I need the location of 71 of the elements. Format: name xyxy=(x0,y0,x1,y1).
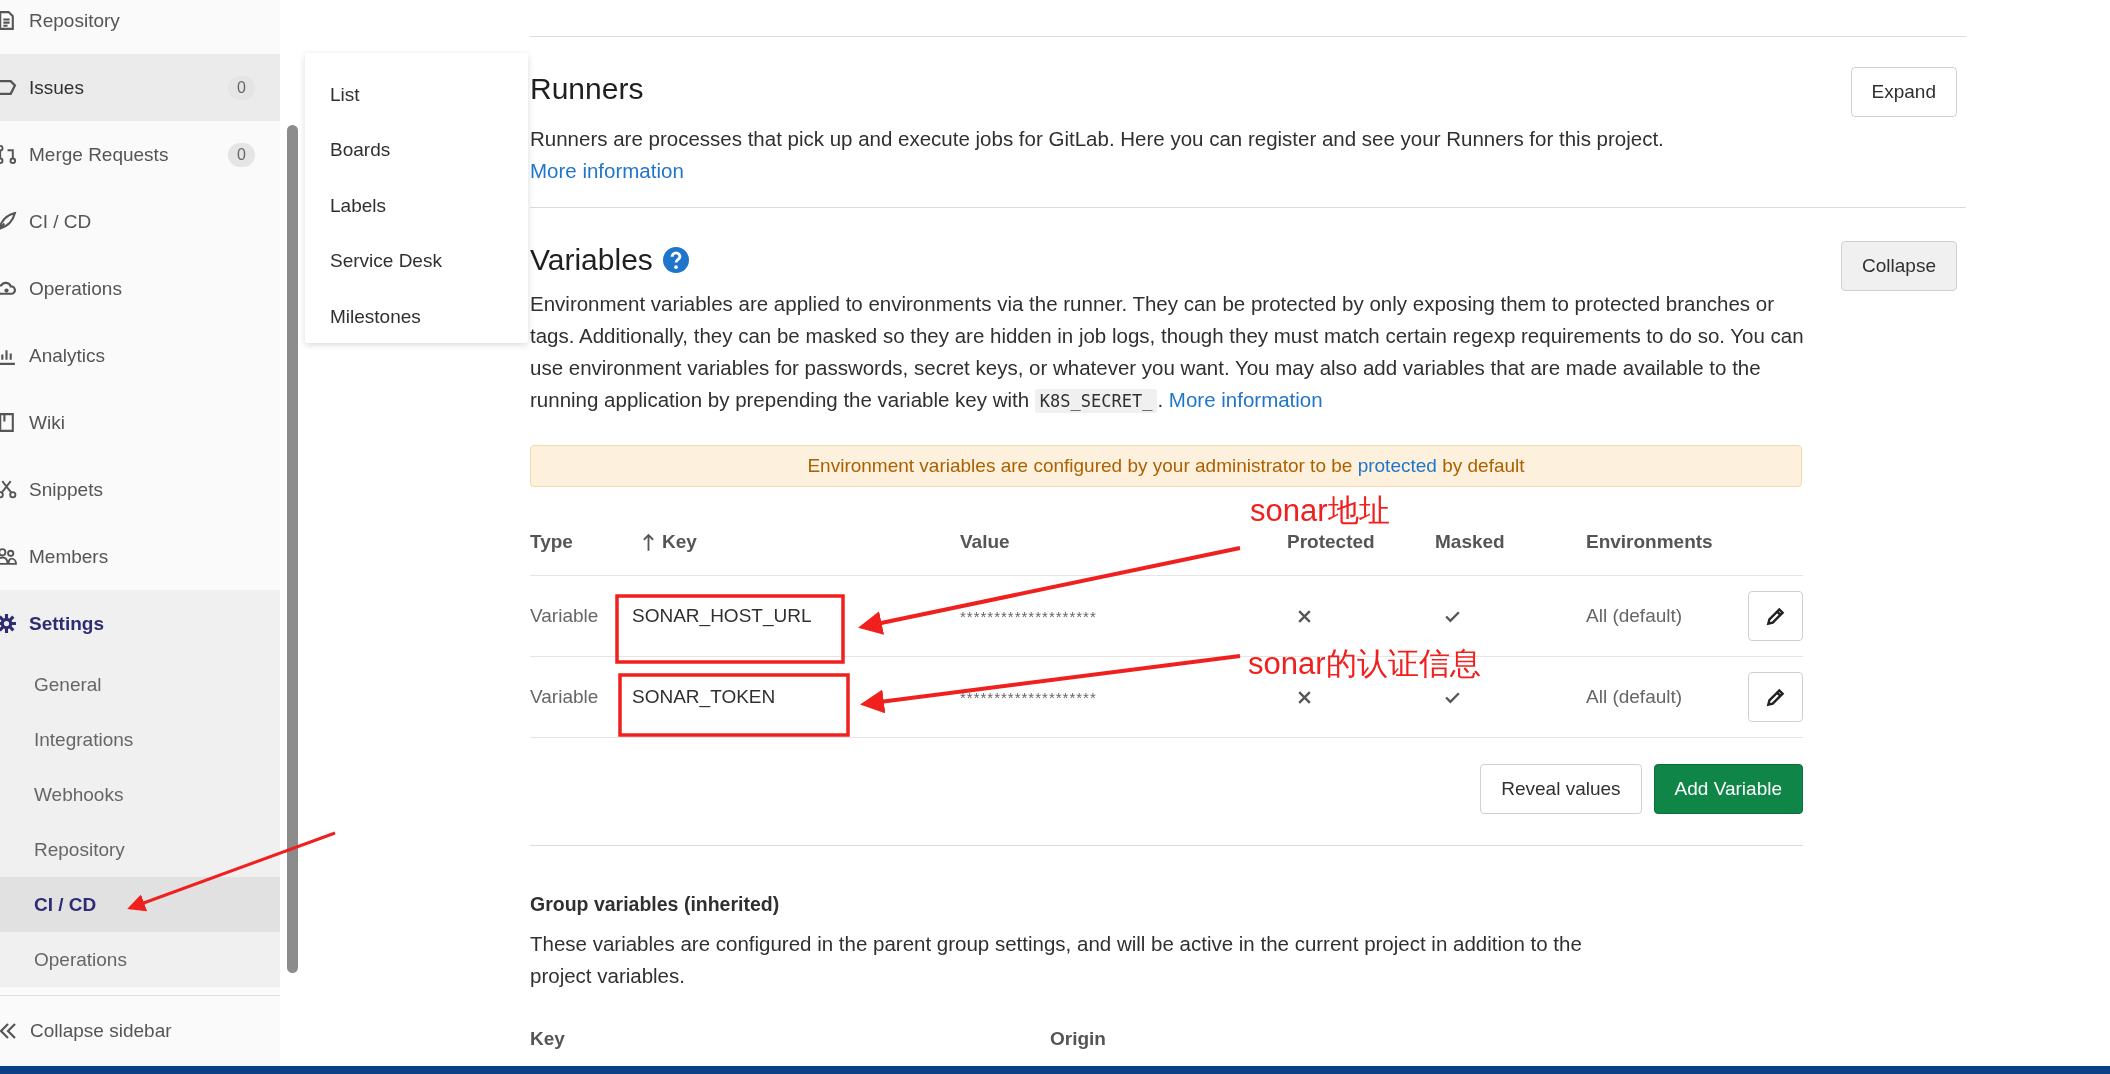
book-icon xyxy=(0,412,17,433)
help-icon[interactable] xyxy=(662,247,689,273)
count-badge: 0 xyxy=(228,75,255,100)
menu-item[interactable]: Labels xyxy=(305,178,528,234)
doc-icon xyxy=(0,10,17,31)
sidebar-item[interactable]: Settings xyxy=(0,590,280,657)
collapse-button[interactable]: Collapse xyxy=(1841,241,1957,291)
sidebar-item[interactable]: Wiki xyxy=(0,389,280,456)
column-header: Type xyxy=(530,531,573,553)
sidebar-item[interactable]: CI / CD xyxy=(0,188,280,255)
rocket-icon xyxy=(0,211,17,232)
menu-item[interactable]: Milestones xyxy=(305,289,528,345)
table-cell: All (default) xyxy=(1586,605,1683,627)
table-cell: Variable xyxy=(530,605,599,627)
column-header: Key xyxy=(662,531,697,553)
annotation-label: sonar的认证信息 xyxy=(1248,645,1481,683)
sidebar-item[interactable]: Members xyxy=(0,523,280,590)
sidebar-item[interactable]: Analytics xyxy=(0,322,280,389)
table-cell: SONAR_HOST_URL xyxy=(632,605,812,627)
section-description: Environment variables are applied to environments via the runner. They can be protected by only exposing them to protected branches or tags. Additionally, they can be masked so they are hidden in job logs, though they must match certain regexp requirements to do so. You can use environment variables for passwords, secret keys, or whatever you want. You may also add variables that are made available to the running application by prepending the variable key with K8S_SECRET_ . More information xyxy=(530,291,1805,415)
expand-button[interactable]: Expand xyxy=(1850,67,1957,117)
edit-button[interactable] xyxy=(1748,672,1803,722)
table-cell: ******************** xyxy=(960,688,1097,706)
column-header: Masked xyxy=(1435,531,1505,553)
table-cell: All (default) xyxy=(1586,686,1683,708)
section-description: Runners are processes that pick up and execute jobs for GitLab. Here you can register and see your Runners for this project. More information xyxy=(530,126,1665,184)
table-cell: Variable xyxy=(530,686,599,708)
more-information-link[interactable]: More information xyxy=(1168,388,1323,411)
add-variable-button[interactable]: Add Variable xyxy=(1653,764,1803,814)
sidebar-item[interactable]: Operations xyxy=(0,255,280,322)
subsection-description: These variables are configured in the parent group settings, and will be active in the current project in addition to the project variables. xyxy=(530,931,1583,989)
protected-link[interactable]: protected xyxy=(1357,455,1437,476)
table-cell: SONAR_TOKEN xyxy=(632,686,776,708)
sidebar-subitem[interactable]: General xyxy=(0,657,280,712)
sidebar-item[interactable]: Merge Requests 0 xyxy=(0,121,280,188)
more-information-link[interactable]: More information xyxy=(530,159,684,182)
menu-item[interactable]: Boards xyxy=(305,122,528,178)
alert-message: Environment variables are configured by your administrator to be protected by default xyxy=(807,455,1525,477)
sidebar-subitem[interactable]: Integrations xyxy=(0,712,280,767)
sidebar-item[interactable]: Snippets xyxy=(0,456,280,523)
sidebar-subitem[interactable]: CI / CD xyxy=(0,877,280,932)
double-chevron-icon xyxy=(0,1021,18,1041)
pencil-icon xyxy=(1764,686,1787,708)
reveal-values-button[interactable]: Reveal values xyxy=(1480,764,1642,814)
scissors-icon xyxy=(0,479,17,500)
issue-icon xyxy=(0,77,17,98)
sidebar-subitem[interactable]: Webhooks xyxy=(0,767,280,822)
column-header: Origin xyxy=(1050,1028,1107,1050)
column-header: Value xyxy=(960,531,1010,553)
scrollbar[interactable] xyxy=(287,125,298,973)
edit-button[interactable] xyxy=(1748,591,1803,641)
column-header: Environments xyxy=(1586,531,1713,553)
column-header: Protected xyxy=(1287,531,1375,553)
section-title: Runners xyxy=(530,71,645,107)
section-title: Variables xyxy=(530,242,653,278)
pencil-icon xyxy=(1764,605,1787,627)
sidebar-item[interactable]: Repository xyxy=(0,0,280,54)
sort-arrow-icon[interactable] xyxy=(643,532,654,552)
sidebar-subitem[interactable]: Operations xyxy=(0,932,280,987)
menu-item[interactable]: Service Desk xyxy=(305,233,528,289)
column-header: Key xyxy=(530,1028,566,1050)
count-badge: 0 xyxy=(228,142,255,167)
people-icon xyxy=(0,546,17,567)
menu-item[interactable]: List xyxy=(305,67,528,123)
table-cell: ******************** xyxy=(960,607,1097,625)
gear-icon xyxy=(0,613,17,634)
sidebar-item[interactable]: Issues 0 xyxy=(0,54,280,121)
annotation-label: sonar地址 xyxy=(1250,492,1390,530)
subsection-title: Group variables (inherited) xyxy=(530,893,781,916)
merge-icon xyxy=(0,144,17,165)
sidebar-subitem[interactable]: Repository xyxy=(0,822,280,877)
